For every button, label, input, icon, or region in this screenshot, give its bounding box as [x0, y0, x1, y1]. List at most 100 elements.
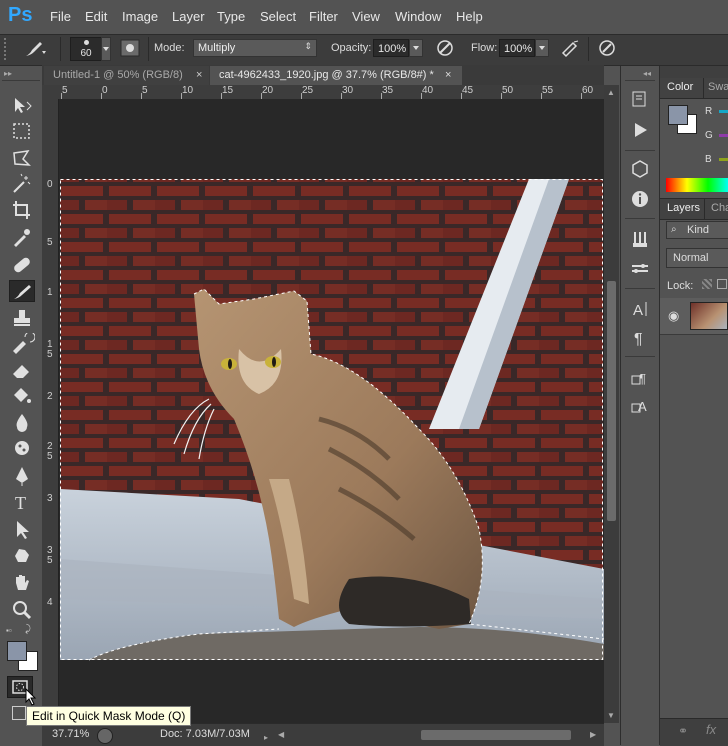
scroll-down-icon[interactable]: ▼	[607, 711, 615, 720]
path-selection-tool[interactable]	[9, 518, 35, 540]
menu-window[interactable]: Window	[395, 9, 441, 24]
ruler-tick: 50	[502, 85, 514, 96]
pressure-size-icon[interactable]	[597, 38, 617, 58]
flow-input[interactable]: 100%	[499, 39, 535, 57]
visibility-eye-icon[interactable]: ◉	[668, 308, 679, 324]
character-panel-icon[interactable]: A	[630, 299, 650, 319]
menu-filter[interactable]: Filter	[309, 9, 338, 24]
collapse-toolbar-icon[interactable]: ▸▸	[4, 69, 12, 78]
blend-mode-select[interactable]: Multiply ⇕	[193, 39, 317, 57]
pressure-opacity-icon[interactable]	[435, 38, 455, 58]
close-icon[interactable]: ×	[445, 66, 451, 85]
tab-untitled-1[interactable]: Untitled-1 @ 50% (RGB/8) ×	[44, 66, 209, 85]
opacity-input[interactable]: 100%	[373, 39, 409, 57]
menu-type[interactable]: Type	[217, 9, 245, 24]
channel-r-label: R	[705, 106, 713, 117]
menu-layer[interactable]: Layer	[172, 9, 205, 24]
healing-brush-tool[interactable]	[9, 254, 35, 276]
ruler-tick: 0	[47, 179, 53, 190]
character-styles-icon[interactable]: A	[630, 396, 650, 416]
menu-image[interactable]: Image	[122, 9, 158, 24]
paint-bucket-tool[interactable]	[9, 385, 35, 407]
scroll-right-icon[interactable]: ▶	[590, 730, 596, 739]
layer-kind-filter[interactable]: ⌕ Kind	[666, 221, 728, 239]
tab-layers[interactable]: Layers	[667, 202, 700, 214]
paragraph-styles-icon[interactable]: ¶	[630, 368, 650, 388]
scroll-left-icon[interactable]: ◀	[278, 730, 284, 739]
zoom-level[interactable]: 37.71%	[52, 728, 89, 740]
brush-tool-preset-icon[interactable]	[22, 38, 48, 60]
type-tool[interactable]: T	[9, 491, 35, 513]
magic-wand-tool[interactable]	[9, 173, 35, 195]
menu-select[interactable]: Select	[260, 9, 296, 24]
vertical-scroll-thumb[interactable]	[607, 281, 616, 521]
history-panel-icon[interactable]	[630, 89, 650, 109]
eraser-tool[interactable]	[9, 359, 35, 381]
options-grip[interactable]	[4, 38, 14, 60]
tab-color[interactable]: Color	[667, 81, 693, 93]
blur-tool[interactable]	[9, 411, 35, 433]
menu-file[interactable]: File	[50, 9, 71, 24]
tab-cat-image[interactable]: cat-4962433_1920.jpg @ 37.7% (RGB/8#) * …	[210, 66, 462, 85]
lasso-tool[interactable]	[9, 147, 35, 169]
sponge-tool[interactable]	[9, 437, 35, 459]
lock-pixels-icon[interactable]	[717, 279, 727, 289]
expand-dock-icon[interactable]: ◂◂	[643, 69, 651, 78]
ruler-tick: 5	[47, 237, 53, 248]
clone-source-icon[interactable]	[630, 258, 650, 278]
tab-channels[interactable]: Cha	[711, 202, 728, 214]
horizontal-scrollbar[interactable]: ◀ ▶	[276, 726, 601, 744]
ruler-tick: 5	[62, 85, 68, 96]
eyedropper-tool[interactable]	[9, 226, 35, 248]
mode-label: Mode:	[154, 42, 185, 54]
horizontal-scroll-thumb[interactable]	[421, 730, 571, 740]
menu-edit[interactable]: Edit	[85, 9, 107, 24]
panel-fg-swatch[interactable]	[668, 105, 688, 125]
airbrush-icon[interactable]	[560, 38, 580, 58]
clone-stamp-tool[interactable]	[9, 307, 35, 329]
info-panel-icon[interactable]	[630, 189, 650, 209]
pen-tool[interactable]	[9, 465, 35, 487]
marquee-tool[interactable]	[9, 120, 35, 142]
move-tool[interactable]	[9, 94, 35, 116]
crop-tool[interactable]	[9, 199, 35, 221]
color-ramp[interactable]	[666, 178, 728, 192]
menu-help[interactable]: Help	[456, 9, 483, 24]
ruler-tick: 25	[302, 85, 314, 96]
default-colors-icon[interactable]: ▪▫	[6, 626, 12, 635]
status-menu-icon[interactable]	[97, 728, 113, 744]
swap-colors-icon[interactable]: ⤸	[25, 624, 31, 635]
brush-picker-dropdown[interactable]	[101, 37, 111, 61]
lock-transparency-icon[interactable]	[702, 279, 712, 289]
zoom-tool[interactable]	[9, 598, 35, 620]
layer-row[interactable]: ◉	[660, 298, 728, 335]
actions-panel-icon[interactable]	[630, 120, 650, 140]
cat-photo[interactable]	[59, 99, 604, 723]
ruler-tick: 3	[47, 493, 53, 504]
tab-swatches[interactable]: Swa	[708, 81, 728, 93]
close-icon[interactable]: ×	[196, 66, 202, 85]
layer-style-icon[interactable]: fx	[706, 722, 716, 737]
opacity-dropdown[interactable]	[409, 39, 423, 57]
link-layers-icon[interactable]: ⚭	[678, 724, 688, 738]
ruler-tick: 1	[47, 287, 53, 298]
brush-tool[interactable]	[9, 280, 35, 302]
paragraph-panel-icon[interactable]: ¶	[630, 328, 650, 348]
brush-presets-icon[interactable]	[630, 229, 650, 249]
status-arrow-icon[interactable]: ▸	[264, 733, 268, 742]
screen-mode-icon[interactable]	[12, 706, 26, 720]
foreground-color-swatch[interactable]	[7, 641, 27, 661]
menu-view[interactable]: View	[352, 9, 380, 24]
brush-panel-icon[interactable]	[120, 39, 140, 57]
layer-blend-mode-value: Normal	[673, 252, 709, 264]
hand-tool[interactable]	[9, 572, 35, 594]
history-brush-tool[interactable]	[9, 331, 36, 355]
custom-shape-tool[interactable]	[9, 544, 35, 566]
flow-dropdown[interactable]	[535, 39, 549, 57]
layer-blend-mode-select[interactable]: Normal	[666, 248, 728, 268]
3d-panel-icon[interactable]	[630, 159, 650, 179]
vertical-scrollbar[interactable]: ▲ ▼	[604, 85, 619, 723]
document-canvas[interactable]	[59, 99, 604, 723]
ruler-tick: 5	[47, 349, 53, 360]
scroll-up-icon[interactable]: ▲	[607, 88, 615, 97]
